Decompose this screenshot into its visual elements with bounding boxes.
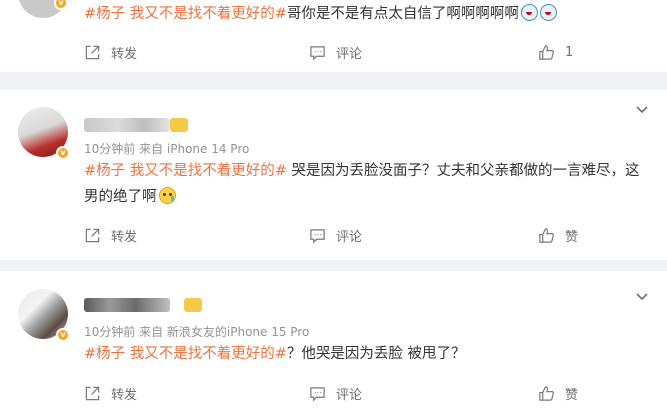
comment-button[interactable]: 评论 [309, 382, 362, 404]
comment-actions: 转发 评论 赞 [0, 224, 667, 246]
verified-badge-icon: v [56, 328, 70, 342]
comment-meta: 10分钟前 来自 iPhone 14 Pro [84, 142, 250, 156]
comment-button[interactable]: 评论 [309, 41, 362, 63]
repost-icon [85, 45, 100, 59]
comment-card: v 10分钟前 来自 新浪女友的iPhone 15 Pro #杨子 我又不是找不… [0, 271, 667, 418]
comment-body: 男的绝了啊 [84, 189, 157, 205]
comment-actions: 转发 评论 赞 [0, 382, 667, 404]
like-button[interactable]: 赞 [538, 382, 578, 404]
post-body: 哥你是不是有点太自信了啊啊啊啊啊 [286, 6, 519, 22]
repost-button[interactable]: 转发 [84, 41, 137, 63]
comment-body: ？他哭是因为丢脸 被甩了？ [286, 346, 466, 362]
repost-label: 转发 [111, 387, 138, 403]
repost-label: 转发 [111, 229, 138, 245]
topic-link[interactable]: #杨子 我又不是找不着更好的# [84, 6, 287, 22]
comment-card: v 10分钟前 来自 iPhone 14 Pro #杨子 我又不是找不着更好的#… [0, 90, 667, 260]
thumbs-up-icon [539, 385, 554, 401]
repost-icon [85, 386, 100, 400]
repost-button[interactable]: 转发 [84, 382, 137, 404]
comment-icon [310, 45, 325, 61]
comment-label: 评论 [336, 387, 363, 403]
like-button[interactable]: 赞 [538, 224, 578, 246]
chevron-down-icon[interactable] [635, 101, 649, 115]
comment-body: 哭是因为丢脸没面子？丈夫和父亲都做的一言难尽，这 [286, 163, 640, 179]
divider [0, 260, 667, 271]
top-post-card: v #杨子 我又不是找不着更好的#哥你是不是有点太自信了啊啊啊啊啊 转发 评论 … [0, 0, 667, 72]
topic-link[interactable]: #杨子 我又不是找不着更好的# [84, 163, 287, 179]
thumbs-up-icon [539, 44, 554, 60]
vip-badge-icon [184, 298, 202, 312]
blurred-username[interactable] [84, 118, 170, 132]
comment-label: 评论 [336, 46, 363, 62]
comment-text: #杨子 我又不是找不着更好的#？他哭是因为丢脸 被甩了？ [84, 341, 466, 367]
repost-button[interactable]: 转发 [84, 224, 137, 246]
comment-label: 评论 [336, 229, 363, 245]
blurred-username[interactable] [84, 298, 170, 312]
thumbs-up-icon [539, 227, 554, 243]
cry-emoji [539, 4, 557, 21]
comment-button[interactable]: 评论 [309, 224, 362, 246]
divider [0, 72, 667, 90]
repost-label: 转发 [111, 46, 138, 62]
sad-emoji [158, 187, 176, 204]
post-text: #杨子 我又不是找不着更好的#哥你是不是有点太自信了啊啊啊啊啊 [84, 1, 557, 27]
repost-icon [85, 228, 100, 242]
comment-text: #杨子 我又不是找不着更好的# 哭是因为丢脸没面子？丈夫和父亲都做的一言难尽，这… [84, 158, 644, 210]
comment-meta: 10分钟前 来自 新浪女友的iPhone 15 Pro [84, 325, 310, 339]
post-actions: 转发 评论 1 [0, 41, 667, 63]
comment-icon [310, 386, 325, 402]
like-label: 赞 [565, 387, 579, 403]
cry-emoji [520, 4, 538, 21]
vip-badge-icon [170, 118, 188, 132]
comment-icon [310, 228, 325, 244]
like-count: 1 [565, 44, 574, 60]
like-label: 赞 [565, 229, 579, 245]
verified-badge-icon: v [54, 0, 68, 10]
like-button[interactable]: 1 [538, 41, 573, 63]
verified-badge-icon: v [56, 146, 70, 160]
topic-link[interactable]: #杨子 我又不是找不着更好的# [84, 346, 287, 362]
chevron-down-icon[interactable] [635, 288, 649, 302]
